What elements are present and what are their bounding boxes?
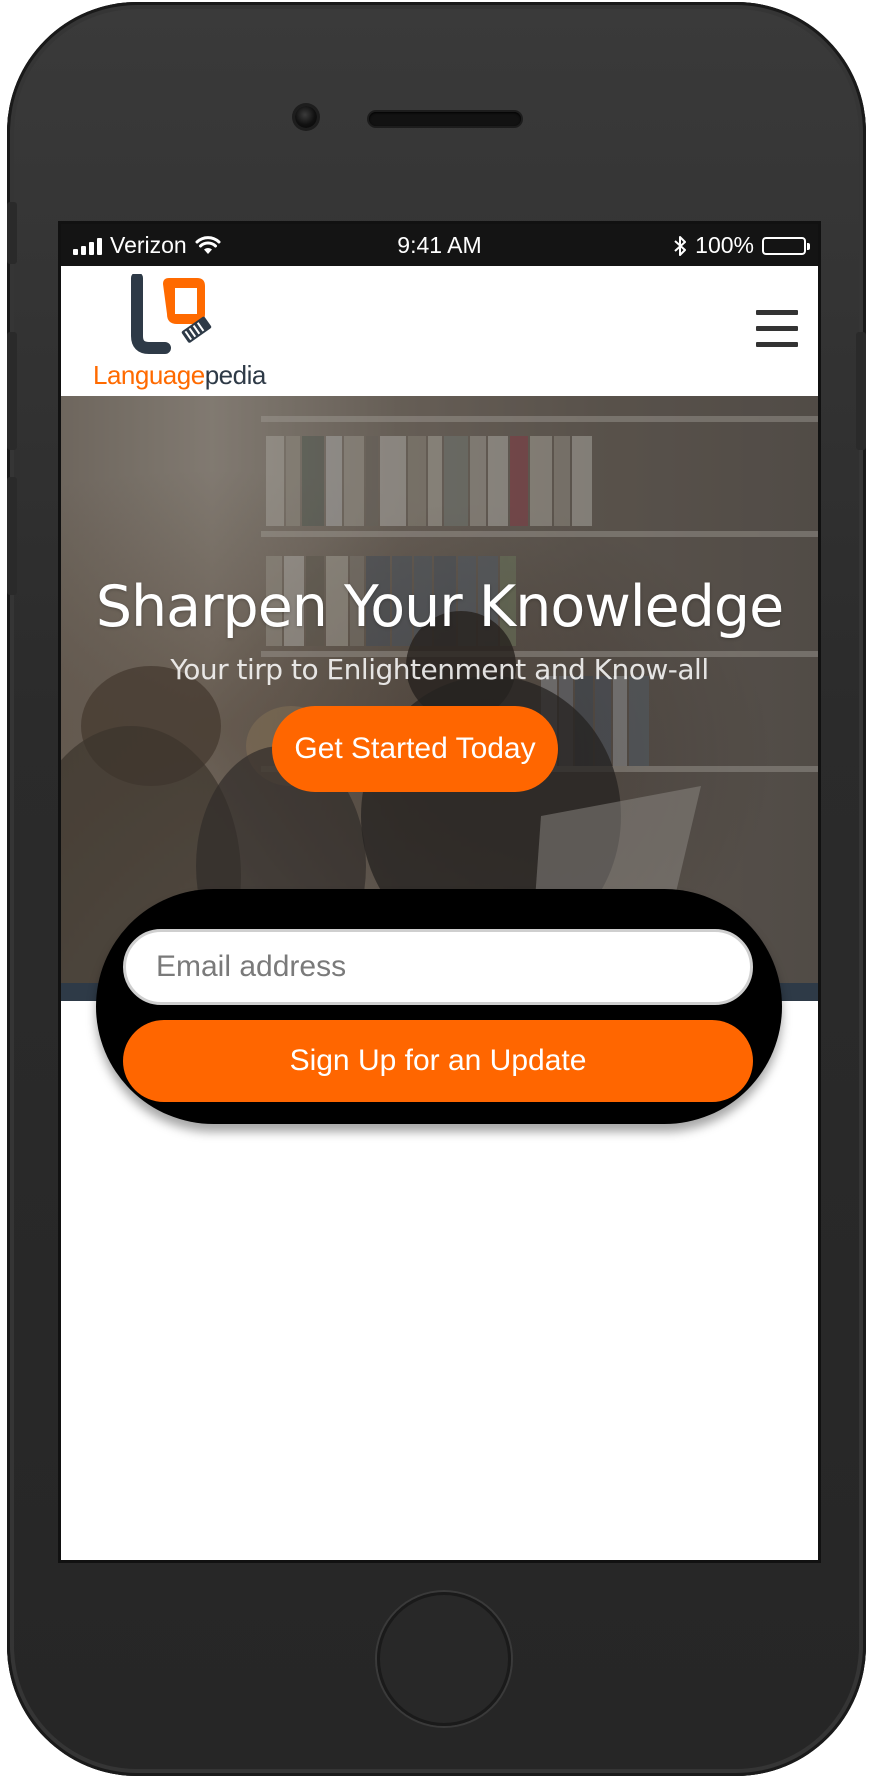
hero-subtitle: Your tirp to Enlightenment and Know-all (170, 653, 709, 686)
email-field[interactable] (123, 929, 753, 1005)
front-camera (295, 106, 317, 128)
logo-wordmark: Languagepedia (93, 360, 266, 391)
volume-up-button (7, 332, 17, 450)
mute-switch (7, 202, 17, 264)
volume-down-button (7, 477, 17, 595)
hero-title: Sharpen Your Knowledge (95, 574, 784, 640)
battery-icon (762, 236, 810, 255)
phone-screen: Verizon 9:41 AM 100% Languagepedia Sharp… (58, 221, 821, 1563)
hamburger-menu-icon[interactable] (756, 310, 798, 348)
logo-word-part1: Language (93, 360, 205, 390)
status-bar: Verizon 9:41 AM 100% (61, 224, 818, 266)
power-button (856, 332, 866, 450)
logo-word-part2: pedia (204, 360, 267, 390)
earpiece-speaker (369, 112, 521, 126)
bluetooth-icon (674, 235, 687, 256)
site-header: Languagepedia (61, 266, 818, 396)
signup-card: Sign Up for an Update (96, 889, 782, 1124)
logo-mark-icon (131, 274, 212, 354)
languagepedia-logo[interactable]: Languagepedia (93, 274, 293, 391)
battery-percent: 100% (695, 232, 754, 258)
home-button[interactable] (377, 1592, 511, 1726)
get-started-button[interactable]: Get Started Today (272, 706, 558, 792)
signup-update-button[interactable]: Sign Up for an Update (123, 1020, 753, 1102)
